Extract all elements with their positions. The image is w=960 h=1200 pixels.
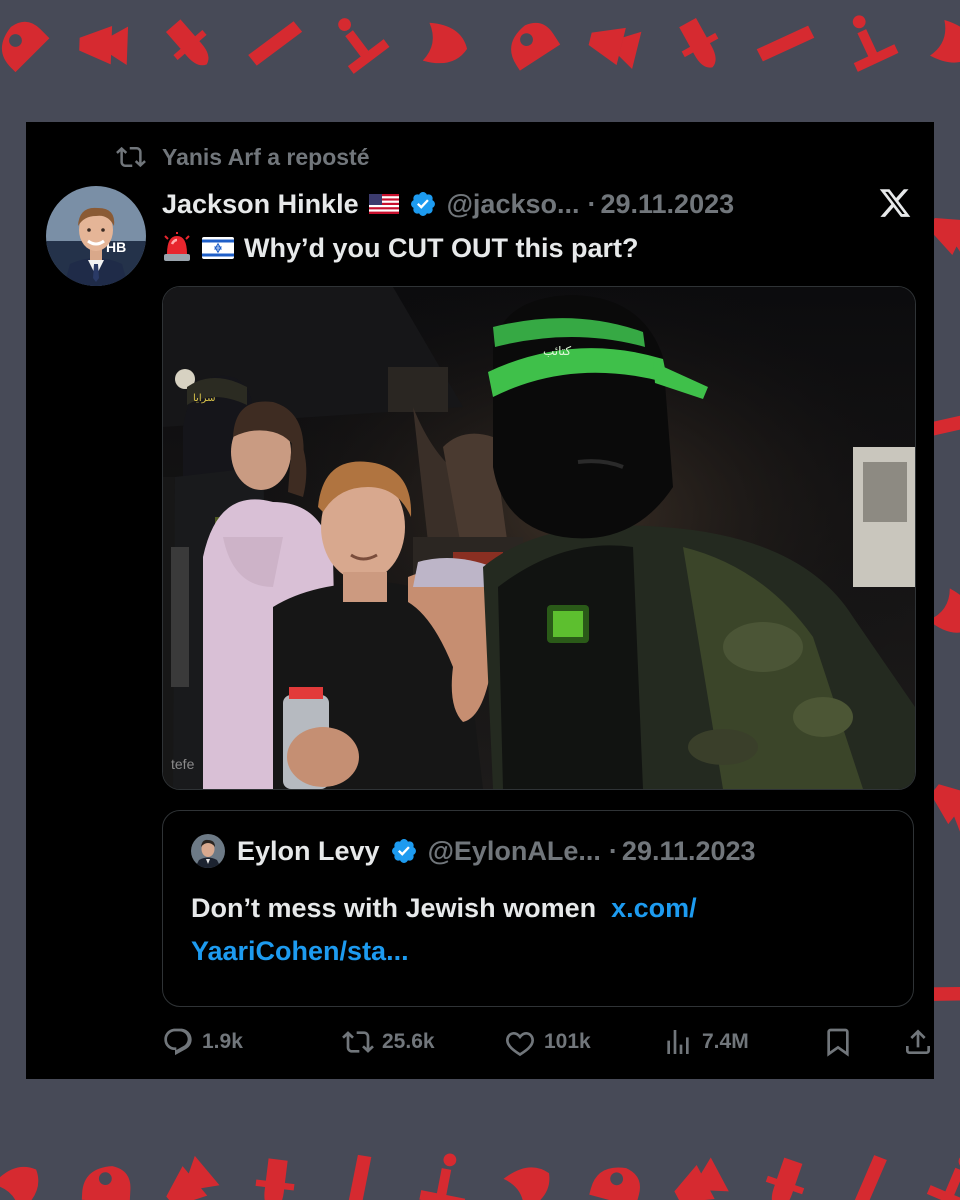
pattern-icon: [851, 1155, 887, 1200]
author-handle[interactable]: @jackso...: [447, 189, 580, 220]
svg-text:كتائب: كتائب: [543, 344, 571, 358]
pattern-icon: [588, 27, 642, 70]
quoted-text: Don’t mess with Jewish women x.com/ Yaar…: [191, 887, 891, 973]
svg-text:سرايا: سرايا: [193, 393, 216, 404]
video-watermark: tefe: [171, 756, 195, 772]
like-count: 101k: [544, 1030, 591, 1053]
reply-icon: [164, 1028, 192, 1056]
bookmark-button[interactable]: [822, 1022, 854, 1062]
pattern-icon: [756, 25, 815, 62]
quoted-header: Eylon Levy @EylonALe... · 29.11.2023: [191, 831, 756, 871]
police-light-emoji: [164, 232, 190, 261]
verified-badge-icon: [410, 192, 435, 216]
view-count: 7.4M: [702, 1030, 749, 1053]
tweet-header: Jackson Hinkle @jackso... · 29.11.2023: [162, 184, 734, 224]
views-chart-icon: [667, 1030, 689, 1054]
pattern-icon: [165, 19, 209, 66]
pattern-icon: [338, 18, 390, 74]
pattern-icon: [422, 22, 468, 64]
pattern-icon: [765, 1157, 805, 1200]
pattern-icon: [930, 20, 960, 63]
repost-text: Yanis Arf a reposté: [162, 143, 370, 170]
quoted-author-name[interactable]: Eylon Levy: [237, 836, 380, 867]
views-button[interactable]: 7.4M: [662, 1022, 749, 1062]
pattern-icon: [166, 1155, 220, 1200]
share-icon: [906, 1029, 930, 1054]
tweet-card: Yanis Arf a reposté HB Jackson Hinkle @j…: [26, 122, 934, 1079]
repost-button[interactable]: 25.6k: [342, 1022, 435, 1062]
repost-icon: [116, 146, 146, 168]
pattern-icon: [674, 1157, 729, 1200]
x-logo-icon: [879, 189, 911, 217]
quoted-author-avatar[interactable]: [191, 834, 225, 868]
quoted-link-part2[interactable]: YaariCohen/sta...: [191, 936, 409, 966]
israel-flag-emoji: [202, 237, 234, 259]
pattern-icon: [926, 1155, 960, 1200]
video-frame: سرايا كتائب tefe: [163, 287, 915, 789]
author-name[interactable]: Jackson Hinkle: [162, 189, 359, 220]
bookmark-icon: [827, 1028, 849, 1057]
pattern-icon: [81, 1166, 131, 1200]
share-button[interactable]: [902, 1022, 934, 1062]
dot-separator: ·: [587, 188, 597, 219]
quoted-body: Don’t mess with Jewish women: [191, 893, 597, 923]
dot-separator: ·: [608, 835, 618, 866]
pattern-icon: [248, 21, 303, 66]
pattern-icon: [346, 1154, 372, 1200]
pattern-icon: [511, 22, 561, 71]
repost-count: 25.6k: [382, 1030, 435, 1053]
us-flag-emoji: [368, 194, 399, 214]
tweet-body: Why’d you CUT OUT this part?: [244, 232, 639, 263]
tweet-text: Why’d you CUT OUT this part?: [162, 226, 638, 270]
pattern-icon: [419, 1153, 466, 1200]
tweet-video[interactable]: سرايا كتائب tefe: [162, 286, 916, 790]
quoted-date[interactable]: 29.11.2023: [622, 836, 756, 867]
tweet-date[interactable]: 29.11.2023: [600, 189, 734, 220]
reply-button[interactable]: 1.9k: [162, 1022, 243, 1062]
pattern-icon: [589, 1167, 640, 1200]
action-bar: 1.9k 25.6k 101k 7.4M: [162, 1022, 930, 1062]
heart-icon: [505, 1032, 535, 1057]
quoted-tweet[interactable]: Eylon Levy @EylonALe... · 29.11.2023 Don…: [162, 810, 914, 1007]
verified-badge-icon: [391, 839, 416, 863]
pattern-icon: [679, 17, 719, 68]
repost-icon: [342, 1031, 374, 1053]
pattern-icon: [0, 1166, 39, 1200]
quoted-link-part1[interactable]: x.com/: [611, 893, 697, 923]
pattern-icon: [852, 15, 899, 72]
repost-indicator[interactable]: Yanis Arf a reposté: [116, 140, 370, 174]
pattern-icon: [79, 26, 129, 65]
pattern-icon: [1, 21, 50, 73]
reply-count: 1.9k: [202, 1030, 243, 1053]
author-avatar[interactable]: HB: [46, 186, 146, 286]
pattern-icon: [503, 1167, 550, 1200]
quoted-author-handle[interactable]: @EylonALe...: [428, 836, 601, 867]
pattern-icon: [255, 1158, 295, 1200]
like-button[interactable]: 101k: [504, 1022, 591, 1062]
